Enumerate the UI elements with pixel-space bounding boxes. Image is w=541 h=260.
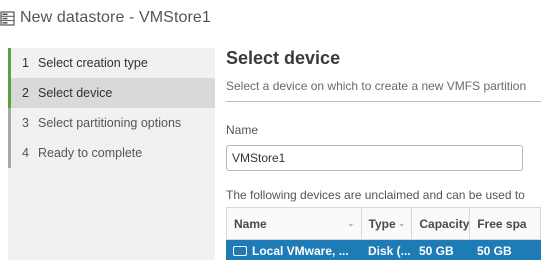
- column-header-capacity[interactable]: Capacity: [412, 208, 471, 239]
- step-number: 4: [22, 146, 29, 160]
- wizard-step-select-creation-type[interactable]: 1 Select creation type: [8, 48, 215, 78]
- column-label: Free spa: [477, 216, 527, 231]
- device-type-cell: Disk (...: [368, 244, 411, 258]
- datastore-icon: [0, 10, 15, 26]
- wizard-step-select-device[interactable]: 2 Select device: [8, 78, 215, 108]
- window-title: New datastore - VMStore1: [20, 9, 211, 26]
- wizard-step-ready-to-complete: 4 Ready to complete: [8, 138, 215, 168]
- wizard-window: New datastore - VMStore1 1 Select creati…: [0, 0, 541, 260]
- window-title-bar: New datastore - VMStore1: [0, 0, 541, 36]
- chevron-down-icon[interactable]: ⌄: [347, 218, 355, 229]
- step-label: Select partitioning options: [38, 116, 182, 130]
- step-number: 2: [22, 86, 29, 100]
- device-name: Local VMware, ...: [252, 244, 349, 258]
- column-header-free-space[interactable]: Free spa: [470, 208, 541, 239]
- table-header: Name ⌄ Type ⌄ Capacity Free spa: [226, 207, 541, 240]
- device-free-space-cell: 50 GB: [477, 244, 512, 258]
- devices-description: The following devices are unclaimed and …: [226, 188, 525, 202]
- column-label: Capacity: [419, 216, 470, 231]
- step-label: Select device: [38, 86, 113, 100]
- wizard-steps: 1 Select creation type 2 Select device 3…: [8, 48, 215, 260]
- page-description: Select a device on which to create a new…: [226, 79, 527, 93]
- name-label: Name: [226, 123, 259, 137]
- column-label: Type: [368, 216, 396, 231]
- datastore-name-input[interactable]: [226, 145, 523, 171]
- device-name-cell: Local VMware, ...: [226, 240, 361, 260]
- divider: [226, 101, 541, 102]
- column-header-type[interactable]: Type ⌄: [362, 208, 413, 239]
- wizard-step-select-partitioning-options: 3 Select partitioning options: [8, 108, 215, 138]
- page-title: Select device: [226, 48, 341, 68]
- column-label: Name: [234, 216, 267, 231]
- step-number: 3: [22, 116, 29, 130]
- column-header-name[interactable]: Name ⌄: [227, 208, 362, 239]
- chevron-down-icon[interactable]: ⌄: [398, 218, 406, 229]
- step-content: Select device Select a device on which t…: [226, 40, 541, 260]
- device-capacity-cell: 50 GB: [419, 244, 454, 258]
- devices-table: Name ⌄ Type ⌄ Capacity Free spa Local VM…: [226, 207, 541, 260]
- step-label: Select creation type: [38, 56, 148, 70]
- step-number: 1: [22, 56, 29, 70]
- disk-icon: [233, 246, 247, 256]
- step-label: Ready to complete: [38, 146, 143, 160]
- table-row[interactable]: Local VMware, ... Disk (... 50 GB 50 GB: [226, 240, 541, 260]
